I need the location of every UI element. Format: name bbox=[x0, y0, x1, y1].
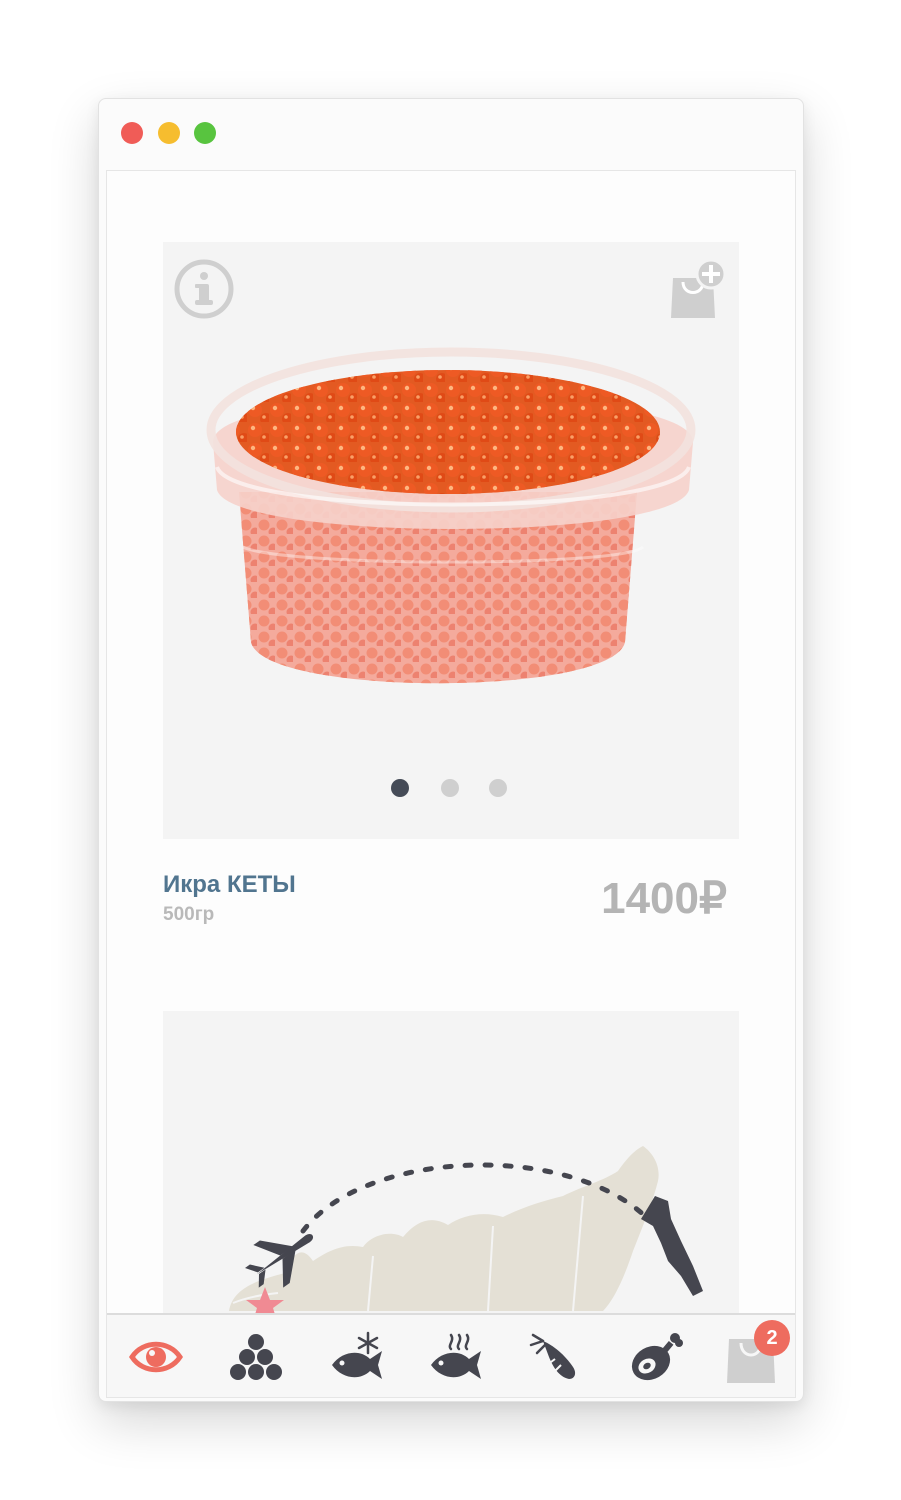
add-to-cart-icon[interactable] bbox=[669, 258, 729, 320]
nav-caviar-icon[interactable] bbox=[229, 1331, 283, 1383]
product-name[interactable]: Икра КЕТЫ bbox=[163, 871, 296, 899]
carousel-dot-1[interactable] bbox=[391, 779, 409, 797]
product-price: 1400₽ bbox=[601, 874, 727, 923]
browser-window: Икра КЕТЫ 500гр 1400₽ 2 bbox=[98, 98, 804, 1402]
image-carousel-dots bbox=[391, 778, 511, 798]
maximize-window-button[interactable] bbox=[194, 122, 216, 144]
minimize-window-button[interactable] bbox=[158, 122, 180, 144]
cart-count-badge: 2 bbox=[754, 1320, 790, 1356]
carousel-dot-2[interactable] bbox=[441, 779, 459, 797]
nav-meat-leg-icon[interactable] bbox=[629, 1331, 683, 1383]
close-window-button[interactable] bbox=[121, 122, 143, 144]
destination-marker bbox=[641, 1196, 703, 1296]
info-icon[interactable] bbox=[173, 258, 235, 320]
window-titlebar bbox=[99, 99, 803, 169]
product-card[interactable] bbox=[163, 242, 739, 839]
nav-eye-icon[interactable] bbox=[129, 1331, 183, 1383]
nav-smoked-fish-icon[interactable] bbox=[429, 1331, 483, 1383]
page-viewport: Икра КЕТЫ 500гр 1400₽ 2 bbox=[106, 170, 796, 1398]
product-weight: 500гр bbox=[163, 904, 215, 925]
carousel-dot-3[interactable] bbox=[489, 779, 507, 797]
nav-shrimp-icon[interactable] bbox=[529, 1331, 583, 1383]
bottom-nav-bar: 2 bbox=[107, 1313, 795, 1397]
red-caviar-tub-image bbox=[206, 347, 696, 684]
nav-frozen-fish-icon[interactable] bbox=[330, 1331, 384, 1383]
